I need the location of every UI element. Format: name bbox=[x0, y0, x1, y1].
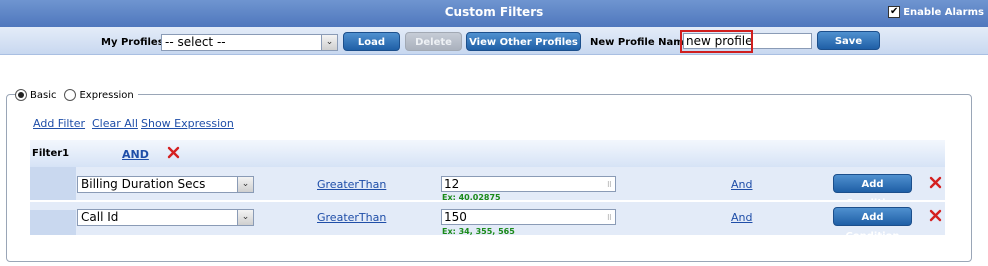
show-expression-link[interactable]: Show Expression bbox=[141, 117, 234, 130]
radio-selected-icon bbox=[18, 92, 24, 98]
resize-grip-icon[interactable]: ⠿ bbox=[607, 215, 612, 222]
add-filter-link[interactable]: Add Filter bbox=[33, 117, 85, 130]
condition-1-value-input[interactable]: 12 ⠿ bbox=[441, 176, 616, 192]
condition-2-logic-link[interactable]: And bbox=[731, 211, 752, 224]
profile-select[interactable]: -- select -- ⌄ bbox=[161, 34, 338, 51]
new-profile-name-label: New Profile Name bbox=[590, 37, 691, 48]
expression-label: Expression bbox=[79, 89, 134, 101]
condition-2-example: Ex: 34, 355, 565 bbox=[442, 227, 515, 236]
input-highlight-box bbox=[680, 30, 753, 53]
condition-1-add-condition-button[interactable]: Add Condition bbox=[833, 174, 912, 209]
delete-button[interactable]: Delete bbox=[405, 32, 462, 51]
basic-label: Basic bbox=[30, 89, 57, 101]
checkbox-checked-icon[interactable]: ✔ bbox=[888, 6, 901, 18]
condition-2-field-select[interactable]: Call Id ⌄ bbox=[77, 209, 254, 226]
chevron-down-icon[interactable]: ⌄ bbox=[237, 177, 253, 192]
page-title: Custom Filters bbox=[444, 5, 544, 19]
condition-2-add-condition-button[interactable]: Add Condition bbox=[833, 207, 912, 242]
resize-grip-icon[interactable]: ⠿ bbox=[607, 182, 612, 189]
clear-all-link[interactable]: Clear All bbox=[92, 117, 138, 130]
profile-select-value: -- select -- bbox=[165, 35, 226, 49]
chevron-down-icon[interactable]: ⌄ bbox=[321, 35, 337, 50]
enable-alarms-label: Enable Alarms bbox=[903, 6, 984, 18]
view-other-profiles-button[interactable]: View Other Profiles bbox=[466, 32, 581, 51]
delete-condition-2-x-icon[interactable] bbox=[929, 209, 942, 222]
my-profiles-label: My Profiles bbox=[101, 37, 164, 48]
expression-radio[interactable] bbox=[64, 89, 77, 101]
chevron-down-icon[interactable]: ⌄ bbox=[237, 210, 253, 225]
condition-1-operator-link[interactable]: GreaterThan bbox=[317, 178, 386, 191]
condition-2-operator-link[interactable]: GreaterThan bbox=[317, 211, 386, 224]
basic-radio[interactable] bbox=[15, 89, 27, 101]
delete-condition-1-x-icon[interactable] bbox=[929, 176, 942, 189]
enable-alarms-toggle[interactable]: ✔ Enable Alarms bbox=[888, 6, 984, 18]
condition-2-value-input[interactable]: 150 ⠿ bbox=[441, 209, 616, 225]
delete-filter-x-icon[interactable] bbox=[167, 146, 180, 159]
save-button[interactable]: Save bbox=[817, 31, 880, 50]
filter-name: Filter1 bbox=[32, 148, 70, 159]
condition-1-field-value: Billing Duration Secs bbox=[81, 177, 206, 191]
filter-join-link[interactable]: AND bbox=[122, 148, 149, 161]
profile-toolbar: My Profiles -- select -- ⌄ Load Delete V… bbox=[0, 27, 988, 55]
condition-row-2-gutter bbox=[30, 210, 76, 235]
condition-1-logic-link[interactable]: And bbox=[731, 178, 752, 191]
condition-1-value: 12 bbox=[444, 177, 460, 191]
condition-2-value: 150 bbox=[444, 210, 467, 224]
mode-selector: Basic Expression bbox=[15, 89, 138, 101]
condition-2-field-value: Call Id bbox=[81, 210, 119, 224]
load-button[interactable]: Load bbox=[343, 32, 400, 51]
condition-1-field-select[interactable]: Billing Duration Secs ⌄ bbox=[77, 176, 254, 193]
title-bar: Custom Filters ✔ Enable Alarms bbox=[0, 0, 988, 27]
